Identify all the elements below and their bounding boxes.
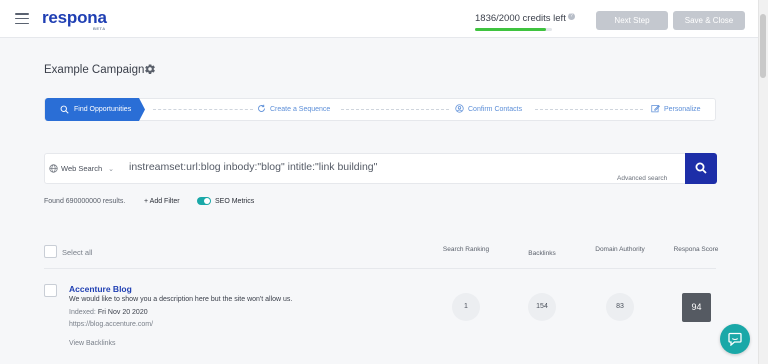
step-label: Confirm Contacts: [468, 106, 523, 113]
column-domain-authority[interactable]: Domain Authority: [590, 245, 650, 254]
credits-progress-fill: [475, 28, 546, 31]
results-count: Found 690000000 results.: [44, 198, 126, 205]
step-divider: [153, 109, 253, 110]
result-title-link[interactable]: Accenture Blog: [69, 284, 132, 294]
row-checkbox[interactable]: [44, 284, 57, 297]
chevron-down-icon: ⌄: [108, 166, 115, 173]
indexed-label: Indexed:: [69, 309, 96, 316]
step-confirm-contacts[interactable]: Confirm Contacts: [455, 99, 522, 120]
credits-progress-bar: [475, 28, 552, 31]
step-divider: [341, 109, 449, 110]
search-button[interactable]: [685, 153, 717, 184]
view-backlinks-link[interactable]: View Backlinks: [69, 340, 116, 347]
user-circle-icon: [455, 104, 464, 113]
divider: [44, 268, 716, 269]
menu-icon[interactable]: [15, 13, 29, 24]
step-divider: [535, 109, 643, 110]
campaign-title: Example Campaign: [44, 64, 145, 76]
chat-icon: [728, 332, 742, 346]
step-label: Personalize: [664, 106, 701, 113]
domain-authority-value: 83: [606, 293, 634, 321]
scrollbar-thumb[interactable]: [760, 14, 766, 78]
respona-score-badge: 94: [682, 293, 711, 322]
add-filter-button[interactable]: + Add Filter: [144, 198, 180, 205]
seo-metrics-toggle[interactable]: [197, 197, 211, 205]
search-icon: [60, 105, 69, 114]
globe-icon: [49, 164, 58, 173]
credits-counter: 1836/2000 credits left?: [475, 13, 575, 24]
credits-text: 1836/2000 credits left: [475, 13, 566, 24]
column-backlinks[interactable]: Backlinks: [512, 249, 572, 258]
save-close-button[interactable]: Save & Close: [673, 11, 745, 30]
select-all-checkbox[interactable]: [44, 245, 57, 258]
step-label: Find Opportunities: [74, 106, 132, 113]
logo-text: respona: [42, 8, 107, 27]
refresh-icon: [258, 104, 265, 112]
search-bar: Web Search ⌄ Advanced search: [44, 153, 717, 184]
search-ranking-value: 1: [452, 293, 480, 321]
step-personalize[interactable]: Personalize: [651, 99, 701, 120]
column-search-ranking[interactable]: Search Ranking: [436, 245, 496, 254]
search-query-input[interactable]: [129, 161, 669, 173]
top-bar: respona BETA 1836/2000 credits left? Nex…: [0, 0, 768, 38]
next-step-button[interactable]: Next Step: [596, 11, 668, 30]
gear-icon[interactable]: [144, 63, 156, 75]
select-all-label: Select all: [62, 248, 93, 257]
seo-metrics-label: SEO Metrics: [215, 198, 255, 205]
search-engine-select[interactable]: Web Search ⌄: [49, 164, 114, 173]
result-url[interactable]: https://blog.accenture.com/: [69, 321, 153, 328]
search-icon: [695, 162, 707, 174]
search-engine-label: Web Search: [61, 164, 103, 173]
result-description: We would like to show you a description …: [69, 296, 293, 303]
edit-icon: [651, 105, 660, 113]
result-indexed: Indexed: Fri Nov 20 2020: [69, 309, 148, 316]
beta-badge: BETA: [93, 26, 106, 31]
step-find-opportunities[interactable]: Find Opportunities: [45, 98, 145, 121]
info-icon[interactable]: ?: [567, 13, 575, 20]
backlinks-value: 154: [528, 293, 556, 321]
chat-button[interactable]: [720, 324, 750, 354]
campaign-steps: Find Opportunities Create a Sequence Con…: [44, 98, 716, 121]
step-create-sequence[interactable]: Create a Sequence: [257, 99, 330, 120]
advanced-search-link[interactable]: Advanced search: [617, 175, 667, 182]
column-respona-score[interactable]: Respona Score: [666, 245, 726, 254]
indexed-date: Fri Nov 20 2020: [97, 309, 148, 316]
respona-logo[interactable]: respona BETA: [42, 8, 107, 31]
step-label: Create a Sequence: [270, 106, 331, 113]
